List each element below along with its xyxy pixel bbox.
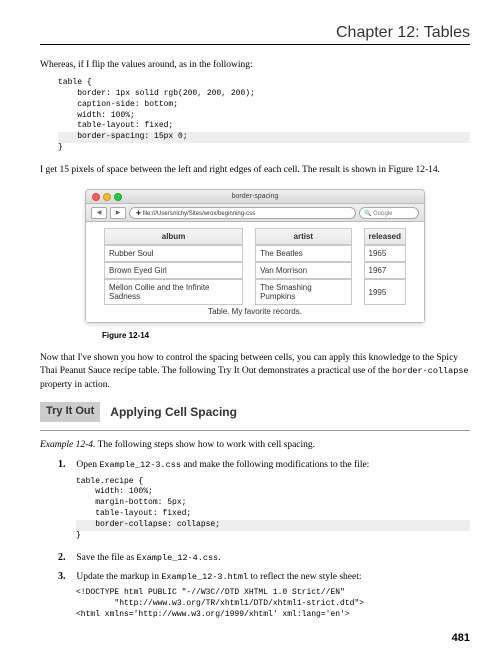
browser-viewport: album artist released Rubber Soul The Be… [86, 222, 424, 322]
browser-title: border-spacing [232, 193, 279, 200]
browser-titlebar: border-spacing [86, 190, 424, 204]
search-bar: 🔍 Google [359, 207, 419, 219]
paragraph-2: I get 15 pixels of space between the lef… [40, 164, 470, 177]
code-block-2: table.recipe { width: 100%; margin-botto… [76, 477, 470, 542]
chapter-rule [40, 44, 470, 45]
step-2: 2. Save the file as Example_12-4.css. [58, 551, 470, 565]
try-it-out-badge: Try It Out [40, 402, 100, 422]
example-line: Example 12-4. The following steps show h… [40, 439, 470, 452]
paragraph-3: Now that I've shown you how to control t… [40, 352, 470, 392]
minimize-icon [103, 193, 111, 201]
figure-label: Figure 12-14 [102, 331, 470, 340]
url-bar: ✚ file:///Users/richy/Sites/wrox/beginni… [129, 207, 356, 219]
try-it-out-header: Try It Out Applying Cell Spacing [40, 402, 470, 422]
step-1: 1. Open Example_12-3.css and make the fo… [58, 458, 470, 541]
th-album: album [104, 228, 243, 245]
step-3: 3. Update the markup in Example_12-3.htm… [58, 570, 470, 621]
th-released: released [364, 228, 406, 245]
sample-table: album artist released Rubber Soul The Be… [92, 228, 418, 305]
zoom-icon [114, 193, 122, 201]
back-button: ◀ [91, 207, 107, 219]
table-row: Mellon Collie and the Infinite Sadness T… [104, 279, 406, 305]
browser-window: border-spacing ◀ ▶ ✚ file:///Users/richy… [85, 189, 425, 323]
forward-button: ▶ [110, 207, 126, 219]
figure-12-14: border-spacing ◀ ▶ ✚ file:///Users/richy… [85, 189, 425, 323]
chapter-heading: Chapter 12: Tables [40, 24, 470, 42]
close-icon [92, 193, 100, 201]
paragraph-1: Whereas, if I flip the values around, as… [40, 59, 470, 72]
browser-toolbar: ◀ ▶ ✚ file:///Users/richy/Sites/wrox/beg… [86, 204, 424, 222]
try-it-out-title: Applying Cell Spacing [100, 402, 247, 422]
th-artist: artist [255, 228, 351, 245]
page-number: 481 [40, 632, 470, 644]
code-block-3: <!DOCTYPE html PUBLIC "-//W3C//DTD XHTML… [76, 588, 470, 620]
code-block-1: table { border: 1px solid rgb(200, 200, … [58, 78, 470, 154]
table-caption: Table. My favorite records. [92, 305, 418, 316]
table-row: Brown Eyed Girl Van Morrison 1967 [104, 262, 406, 279]
table-row: Rubber Soul The Beatles 1965 [104, 245, 406, 262]
